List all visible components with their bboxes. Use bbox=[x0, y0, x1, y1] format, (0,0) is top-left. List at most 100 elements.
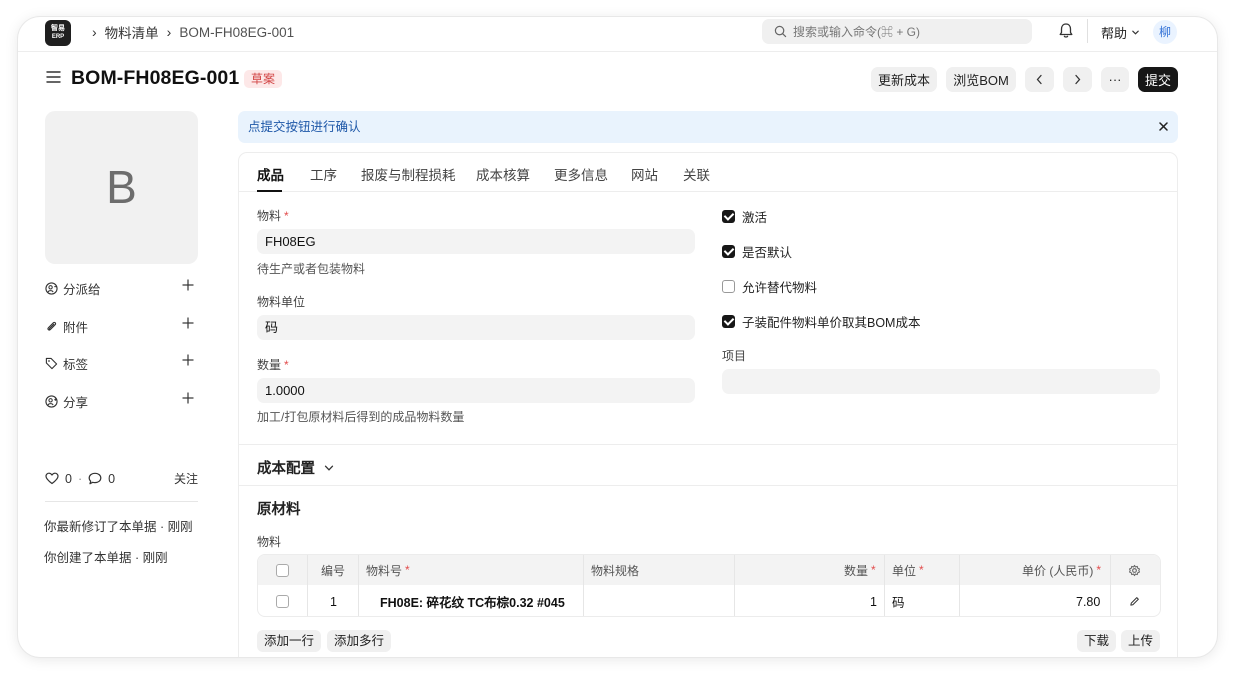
uom-field-label: 物料单位 bbox=[257, 295, 306, 309]
document-image-placeholder[interactable]: B bbox=[45, 111, 198, 264]
tab-website[interactable]: 网站 bbox=[631, 164, 658, 184]
checkbox-checked[interactable] bbox=[722, 315, 735, 328]
project-field[interactable] bbox=[722, 369, 1160, 394]
qty-field-help: 加工/打包原材料后得到的成品物料数量 bbox=[257, 410, 465, 424]
required-mark: * bbox=[284, 358, 289, 372]
sidebar-divider bbox=[45, 501, 198, 502]
submit-hint-alert: 点提交按钮进行确认 bbox=[238, 111, 1178, 143]
item-field[interactable]: FH08EG bbox=[257, 229, 695, 254]
project-field-label: 项目 bbox=[722, 349, 747, 363]
tab-finished-goods[interactable]: 成品 bbox=[257, 164, 284, 184]
share-icon bbox=[45, 394, 58, 408]
tab-costing[interactable]: 成本核算 bbox=[476, 164, 530, 184]
search-bar[interactable] bbox=[762, 19, 1032, 44]
edit-row-pencil-icon[interactable] bbox=[1129, 585, 1140, 616]
previous-doc-button[interactable] bbox=[1025, 67, 1054, 92]
submit-button[interactable]: 提交 bbox=[1138, 67, 1178, 92]
row-select-checkbox[interactable] bbox=[276, 585, 289, 616]
tab-operations[interactable]: 工序 bbox=[310, 164, 337, 184]
comment-icon[interactable] bbox=[88, 472, 102, 485]
add-multiple-rows-button[interactable]: 添加多行 bbox=[327, 630, 392, 652]
item-field-help: 待生产或者包装物料 bbox=[257, 262, 366, 276]
cell-qty[interactable]: 1 bbox=[870, 585, 877, 616]
sidebar-assign-label: 分派给 bbox=[63, 282, 101, 297]
alert-message: 点提交按钮进行确认 bbox=[248, 120, 361, 134]
like-count: 0 bbox=[65, 471, 72, 486]
sidebar-tags[interactable]: 标签 bbox=[45, 353, 195, 373]
sidebar-tags-label: 标签 bbox=[63, 357, 89, 372]
is-default-checkbox[interactable]: 是否默认 bbox=[722, 242, 792, 261]
navbar-divider bbox=[1087, 19, 1088, 43]
activity-item: 你最新修订了本单据 · 刚刚 bbox=[44, 520, 193, 534]
qty-field[interactable]: 1.0000 bbox=[257, 378, 695, 403]
cell-item-code[interactable]: FH08E: 碎花纹 TC布棕0.32 #045 bbox=[380, 585, 565, 616]
status-badge: 草案 bbox=[244, 70, 283, 88]
select-all-checkbox[interactable] bbox=[276, 555, 289, 585]
checkbox-checked[interactable] bbox=[722, 210, 735, 223]
breadcrumb-current[interactable]: BOM-FH08EG-001 bbox=[179, 25, 294, 40]
is-active-checkbox[interactable]: 激活 bbox=[722, 207, 767, 226]
tab-more-info[interactable]: 更多信息 bbox=[554, 164, 608, 184]
add-assign-plus-icon[interactable] bbox=[181, 278, 195, 292]
help-dropdown[interactable]: 帮助 bbox=[1101, 23, 1140, 42]
col-header-item-code: 物料号 * bbox=[366, 563, 410, 578]
sidebar-attachments-label: 附件 bbox=[63, 320, 89, 335]
tab-connections[interactable]: 关联 bbox=[683, 164, 710, 184]
sidebar-share[interactable]: 分享 bbox=[45, 391, 195, 411]
activity-item: 你创建了本单据 · 刚刚 bbox=[44, 551, 168, 565]
col-header-spec: 物料规格 bbox=[591, 563, 640, 578]
col-header-no: 编号 bbox=[321, 563, 346, 578]
breadcrumb: › 物料清单 › BOM-FH08EG-001 bbox=[84, 22, 294, 42]
assign-icon bbox=[45, 281, 58, 295]
more-actions-button[interactable]: ··· bbox=[1101, 67, 1129, 92]
section-divider bbox=[239, 485, 1177, 486]
qty-field-label: 数量 * bbox=[257, 358, 289, 372]
chevron-down-icon bbox=[324, 465, 334, 471]
close-icon[interactable] bbox=[1157, 120, 1170, 133]
notification-bell-icon[interactable] bbox=[1058, 22, 1074, 42]
user-avatar[interactable]: 柳 bbox=[1153, 20, 1177, 44]
add-tag-plus-icon[interactable] bbox=[181, 353, 195, 367]
heart-icon[interactable] bbox=[45, 472, 59, 485]
cell-rate[interactable]: 7.80 bbox=[1076, 585, 1100, 616]
update-cost-button[interactable]: 更新成本 bbox=[871, 67, 937, 92]
rm-cost-from-bom-checkbox[interactable]: 子装配件物料单价取其BOM成本 bbox=[722, 312, 920, 331]
chevron-right-icon: › bbox=[92, 24, 97, 40]
column-settings-gear-icon[interactable] bbox=[1128, 555, 1141, 585]
browse-bom-button[interactable]: 浏览BOM bbox=[946, 67, 1016, 92]
sidebar-toggle-menu-icon[interactable] bbox=[46, 70, 61, 87]
next-doc-button[interactable] bbox=[1063, 67, 1092, 92]
cell-no: 1 bbox=[330, 594, 337, 609]
page-title: BOM-FH08EG-001 bbox=[71, 67, 240, 89]
add-row-button[interactable]: 添加一行 bbox=[257, 630, 322, 652]
add-share-plus-icon[interactable] bbox=[181, 391, 195, 405]
add-attachment-plus-icon[interactable] bbox=[181, 316, 195, 330]
checkbox-unchecked[interactable] bbox=[722, 280, 735, 293]
app-logo[interactable]: 智易 ERP bbox=[45, 20, 71, 46]
search-input[interactable] bbox=[793, 24, 1013, 39]
active-tab-indicator bbox=[257, 190, 282, 192]
sidebar-share-label: 分享 bbox=[63, 395, 89, 410]
download-button[interactable]: 下载 bbox=[1077, 630, 1117, 652]
cell-uom[interactable]: 码 bbox=[892, 585, 905, 616]
uom-field[interactable]: 码 bbox=[257, 315, 695, 340]
cost-config-section-toggle[interactable]: 成本配置 bbox=[257, 457, 335, 478]
required-mark: * bbox=[284, 209, 289, 223]
chevron-down-icon bbox=[1132, 30, 1139, 35]
separator-dot: · bbox=[77, 471, 83, 486]
sidebar-assign-to[interactable]: 分派给 bbox=[45, 278, 195, 298]
help-label: 帮助 bbox=[1101, 26, 1128, 41]
allow-alternative-item-checkbox[interactable]: 允许替代物料 bbox=[722, 277, 817, 296]
breadcrumb-bom-list[interactable]: 物料清单 bbox=[105, 22, 159, 42]
sidebar-attachments[interactable]: 附件 bbox=[45, 316, 195, 336]
col-header-rate: 单价 (人民币) * bbox=[1022, 563, 1101, 578]
comment-count: 0 bbox=[108, 471, 116, 486]
follow-link[interactable]: 关注 bbox=[174, 470, 198, 487]
table-row[interactable]: 1 FH08E: 碎花纹 TC布棕0.32 #045 1 码 7.80 bbox=[258, 585, 1160, 616]
search-icon bbox=[774, 25, 787, 38]
checkbox-checked[interactable] bbox=[722, 245, 735, 258]
tab-scrap-loss[interactable]: 报废与制程损耗 bbox=[361, 164, 456, 184]
upload-button[interactable]: 上传 bbox=[1121, 630, 1161, 652]
engagement-row: 0 · 0 关注 bbox=[45, 470, 198, 487]
raw-materials-section-title: 原材料 bbox=[257, 502, 301, 518]
